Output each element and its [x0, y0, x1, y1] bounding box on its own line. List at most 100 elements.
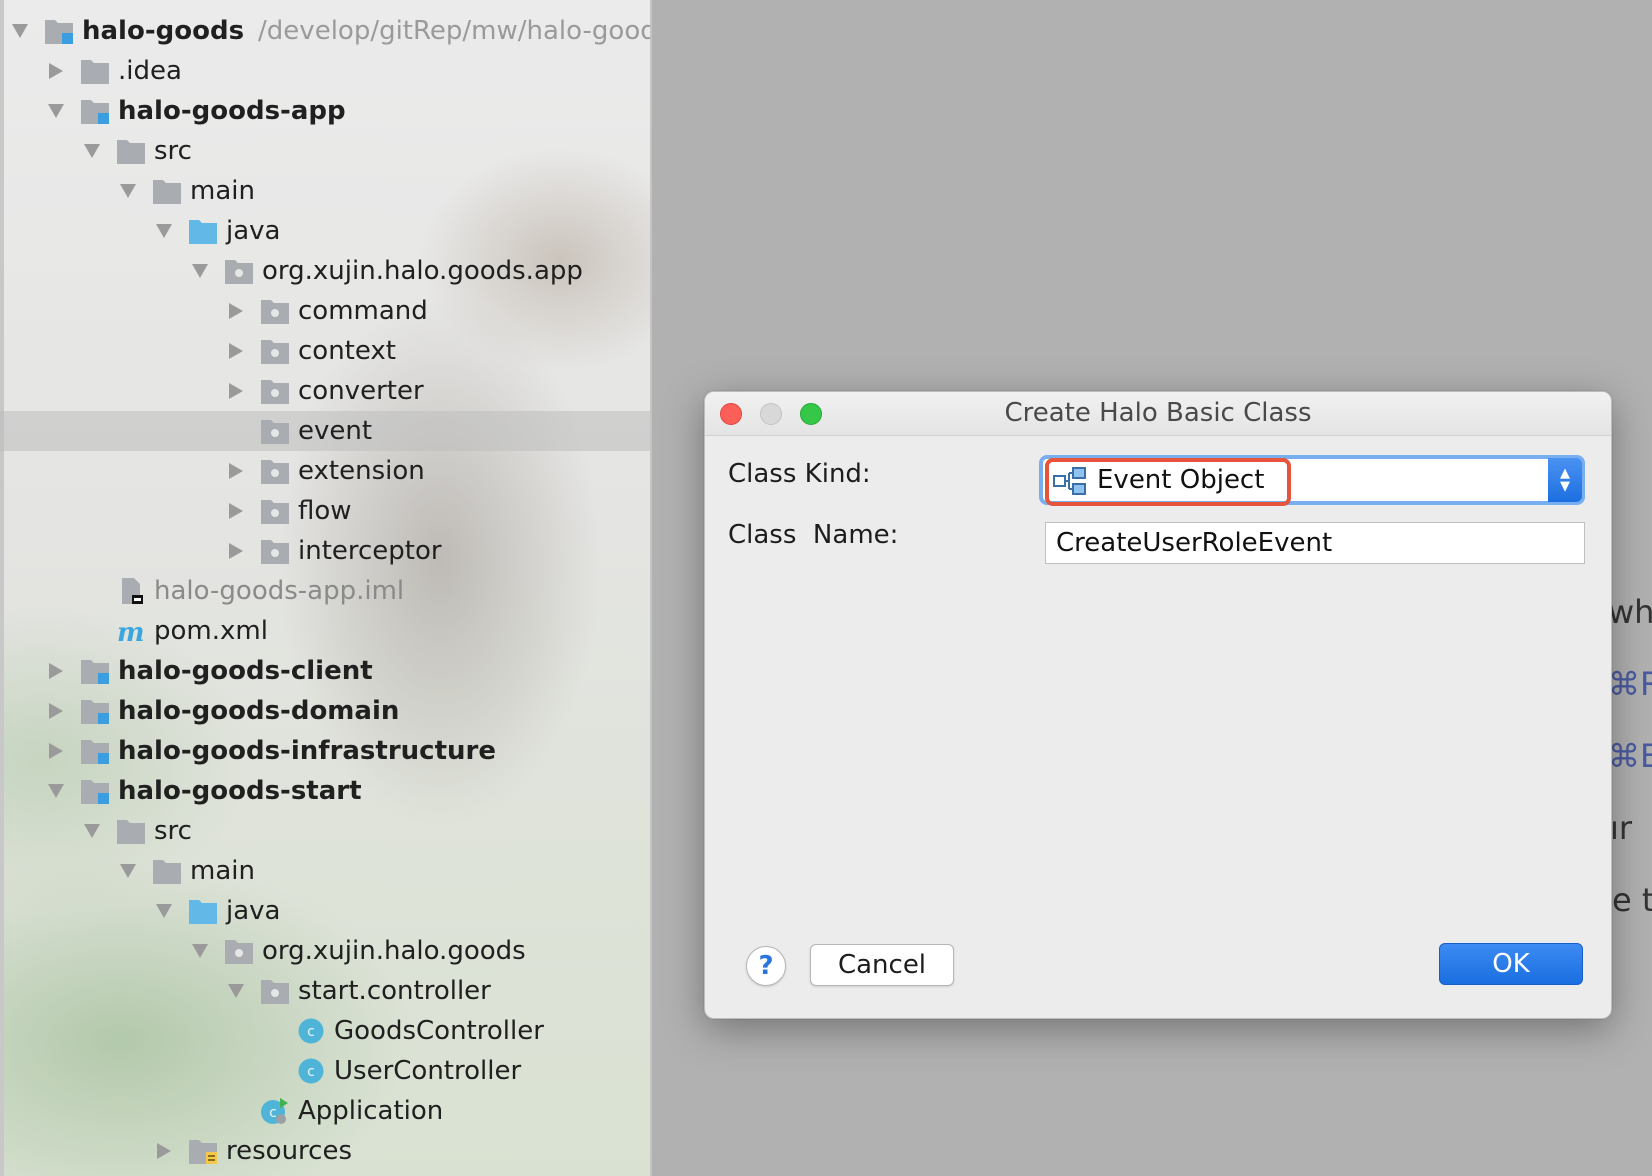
zoom-window-button[interactable] — [800, 403, 822, 425]
module-folder-icon — [81, 660, 109, 684]
chevron-down-icon[interactable] — [188, 251, 212, 291]
source-folder-icon — [189, 220, 217, 244]
tree-item-label: pom.xml — [154, 616, 268, 646]
module-folder-icon — [81, 740, 109, 764]
chevron-down-icon[interactable] — [188, 931, 212, 971]
folder-icon — [117, 820, 145, 844]
chevron-down-icon[interactable] — [152, 211, 176, 251]
tree-row-interceptor[interactable]: interceptor — [0, 531, 650, 571]
tree-row-idea[interactable]: .idea — [0, 51, 650, 91]
module-folder-icon — [45, 20, 73, 44]
tree-row-java[interactable]: java — [0, 211, 650, 251]
svg-text:c: c — [269, 1105, 277, 1121]
chevron-right-icon[interactable] — [44, 731, 68, 771]
chevron-down-icon[interactable] — [8, 11, 32, 51]
package-icon — [261, 540, 289, 564]
tree-row-pom[interactable]: m pom.xml — [0, 611, 650, 651]
tree-row-context[interactable]: context — [0, 331, 650, 371]
tree-item-label: src — [154, 136, 192, 166]
tree-row-flow[interactable]: flow — [0, 491, 650, 531]
tree-row-main[interactable]: main — [0, 171, 650, 211]
tree-item-label: Application — [298, 1096, 444, 1126]
tree-item-label: org.xujin.halo.goods.app — [262, 256, 583, 286]
dialog-title: Create Halo Basic Class — [1004, 398, 1312, 428]
maven-m-icon: m — [117, 618, 145, 645]
tree-row-application[interactable]: c Application — [0, 1091, 650, 1131]
tree-row-goods-controller[interactable]: c GoodsController — [0, 1011, 650, 1051]
tree-row-start[interactable]: halo-goods-start — [0, 771, 650, 811]
dialog-titlebar[interactable]: Create Halo Basic Class — [705, 392, 1611, 436]
tree-row-package-app[interactable]: org.xujin.halo.goods.app — [0, 251, 650, 291]
chevron-right-icon[interactable] — [224, 451, 248, 491]
tree-item-label: flow — [298, 496, 352, 526]
tree-row-main[interactable]: main — [0, 851, 650, 891]
module-folder-icon — [81, 700, 109, 724]
class-kind-value: Event Object — [1097, 465, 1265, 495]
folder-icon — [153, 180, 181, 204]
close-window-button[interactable] — [720, 403, 742, 425]
tree-row-extension[interactable]: extension — [0, 451, 650, 491]
class-name-input[interactable] — [1045, 522, 1585, 564]
minimize-window-button[interactable] — [760, 403, 782, 425]
tree-row-root[interactable]: halo-goods/develop/gitRep/mw/halo-goods — [0, 11, 650, 51]
tree-row-resources[interactable]: resources — [0, 1131, 650, 1171]
tree-row-event[interactable]: event — [0, 411, 650, 451]
tree-row-start-controller[interactable]: start.controller — [0, 971, 650, 1011]
package-icon — [225, 940, 253, 964]
tree-item-label: .idea — [118, 56, 182, 86]
select-stepper-icon[interactable]: ▲ ▼ — [1548, 458, 1582, 502]
cancel-button[interactable]: Cancel — [810, 944, 954, 986]
chevron-right-icon[interactable] — [224, 291, 248, 331]
package-icon — [225, 260, 253, 284]
tree-row-java[interactable]: java — [0, 891, 650, 931]
chevron-down-icon[interactable] — [44, 91, 68, 131]
tree-row-user-controller[interactable]: c UserController — [0, 1051, 650, 1091]
project-tree-panel: halo-goods/develop/gitRep/mw/halo-goods … — [0, 0, 652, 1176]
class-kind-label: Class Kind: — [728, 459, 871, 489]
chevron-right-icon[interactable] — [224, 371, 248, 411]
tree-item-label: resources — [226, 1136, 353, 1166]
chevron-right-icon[interactable] — [152, 1131, 176, 1171]
chevron-down-icon[interactable] — [80, 811, 104, 851]
chevron-right-icon[interactable] — [224, 331, 248, 371]
tree-row-domain[interactable]: halo-goods-domain — [0, 691, 650, 731]
tree-item-label: java — [226, 216, 281, 246]
tree-row-infrastructure[interactable]: halo-goods-infrastructure — [0, 731, 650, 771]
help-button[interactable]: ? — [746, 946, 786, 986]
package-icon — [261, 340, 289, 364]
tree-row-command[interactable]: command — [0, 291, 650, 331]
folder-icon — [153, 860, 181, 884]
hierarchy-icon — [1053, 467, 1086, 495]
chevron-down-icon[interactable] — [44, 771, 68, 811]
tree-row-iml[interactable]: halo-goods-app.iml — [0, 571, 650, 611]
tree-item-label: java — [226, 896, 281, 926]
background-shortcut-fragment: ⌘R — [1608, 665, 1652, 703]
tree-row-src[interactable]: src — [0, 811, 650, 851]
package-icon — [261, 460, 289, 484]
chevron-right-icon[interactable] — [44, 51, 68, 91]
tree-item-label: extension — [298, 456, 425, 486]
chevron-down-icon[interactable] — [224, 971, 248, 1011]
tree-row-client[interactable]: halo-goods-client — [0, 651, 650, 691]
tree-item-label: halo-goods-infrastructure — [118, 736, 496, 766]
tree-row-converter[interactable]: converter — [0, 371, 650, 411]
chevron-right-icon[interactable] — [224, 491, 248, 531]
tree-row-halo-goods-app[interactable]: halo-goods-app — [0, 91, 650, 131]
tree-item-label: converter — [298, 376, 424, 406]
chevron-down-icon[interactable] — [152, 891, 176, 931]
chevron-right-icon[interactable] — [44, 691, 68, 731]
tree-row-package-goods[interactable]: org.xujin.halo.goods — [0, 931, 650, 971]
tree-item-label: halo-goods-start — [118, 776, 362, 806]
module-folder-icon — [81, 100, 109, 124]
ok-button[interactable]: OK — [1439, 943, 1583, 985]
svg-text:m: m — [117, 618, 145, 645]
tree-item-label: context — [298, 336, 396, 366]
chevron-right-icon[interactable] — [224, 531, 248, 571]
class-kind-select[interactable]: Event Object ▲ ▼ — [1039, 455, 1585, 505]
tree-row-src[interactable]: src — [0, 131, 650, 171]
chevron-right-icon[interactable] — [44, 651, 68, 691]
chevron-down-icon[interactable] — [80, 131, 104, 171]
tree-item-label: GoodsController — [334, 1016, 544, 1046]
chevron-down-icon[interactable] — [116, 851, 140, 891]
chevron-down-icon[interactable] — [116, 171, 140, 211]
